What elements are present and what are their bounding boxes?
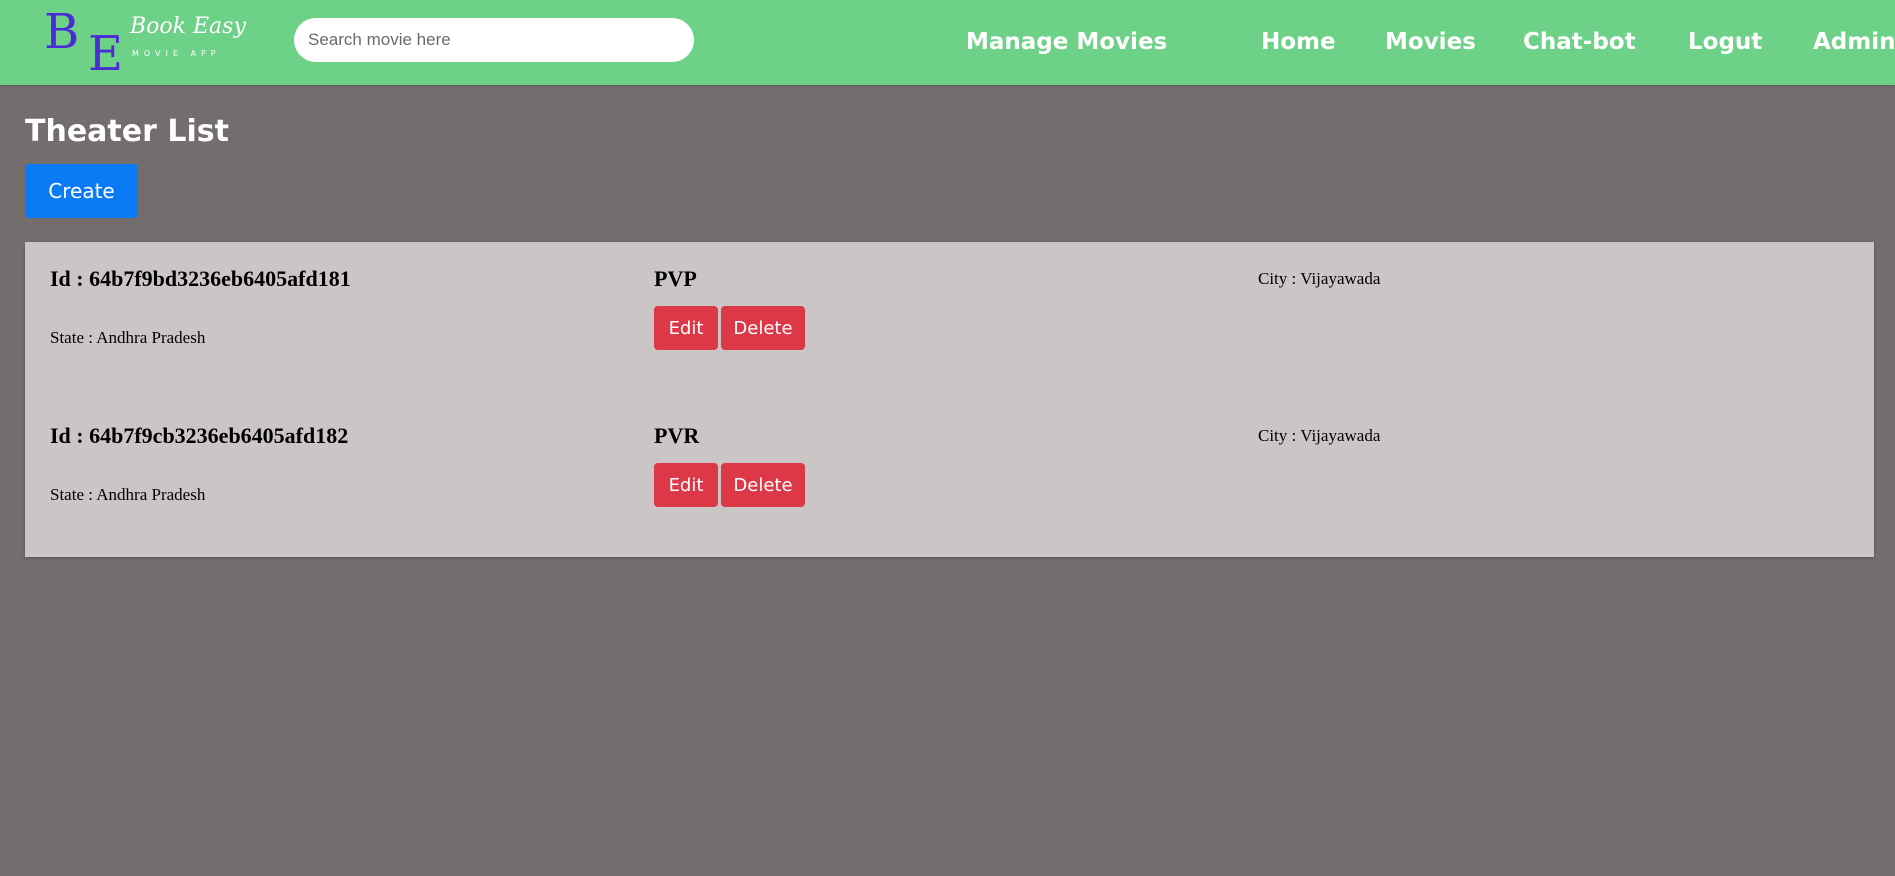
nav-logout[interactable]: Logut <box>1688 24 1762 60</box>
delete-button[interactable]: Delete <box>721 463 805 507</box>
theater-state: State : Andhra Pradesh <box>50 328 206 347</box>
nav-chat-bot[interactable]: Chat-bot <box>1523 24 1636 60</box>
search-input[interactable] <box>294 18 694 62</box>
logo-tagline: MOVIE APP <box>132 49 221 58</box>
logo-letter-e: E <box>88 26 124 82</box>
nav-home[interactable]: Home <box>1261 24 1336 60</box>
theater-row: Id : 64b7f9cb3236eb6405afd182 State : An… <box>25 399 1874 539</box>
navbar: B E Book Easy MOVIE APP Manage Movies Ho… <box>0 0 1895 85</box>
theater-row: Id : 64b7f9bd3236eb6405afd181 State : An… <box>25 242 1874 382</box>
edit-button[interactable]: Edit <box>654 306 718 350</box>
theater-city: City : Vijayawada <box>1258 426 1381 445</box>
create-button[interactable]: Create <box>25 164 138 218</box>
theater-name: PVP <box>654 266 697 291</box>
book-easy-logo[interactable]: B E Book Easy MOVIE APP <box>44 4 246 78</box>
nav-admin[interactable]: Admin <box>1813 24 1895 60</box>
theater-state: State : Andhra Pradesh <box>50 485 206 504</box>
nav-manage-movies[interactable]: Manage Movies <box>966 24 1167 60</box>
theater-id: Id : 64b7f9bd3236eb6405afd181 <box>50 266 351 291</box>
page-title: Theater List <box>25 114 229 149</box>
nav-movies[interactable]: Movies <box>1385 24 1476 60</box>
logo-letter-b: B <box>44 4 80 60</box>
logo-script: Book Easy <box>130 14 246 39</box>
theater-list: Id : 64b7f9bd3236eb6405afd181 State : An… <box>25 242 1874 557</box>
edit-button[interactable]: Edit <box>654 463 718 507</box>
delete-button[interactable]: Delete <box>721 306 805 350</box>
theater-name: PVR <box>654 423 700 448</box>
theater-city: City : Vijayawada <box>1258 269 1381 288</box>
theater-id: Id : 64b7f9cb3236eb6405afd182 <box>50 423 349 448</box>
